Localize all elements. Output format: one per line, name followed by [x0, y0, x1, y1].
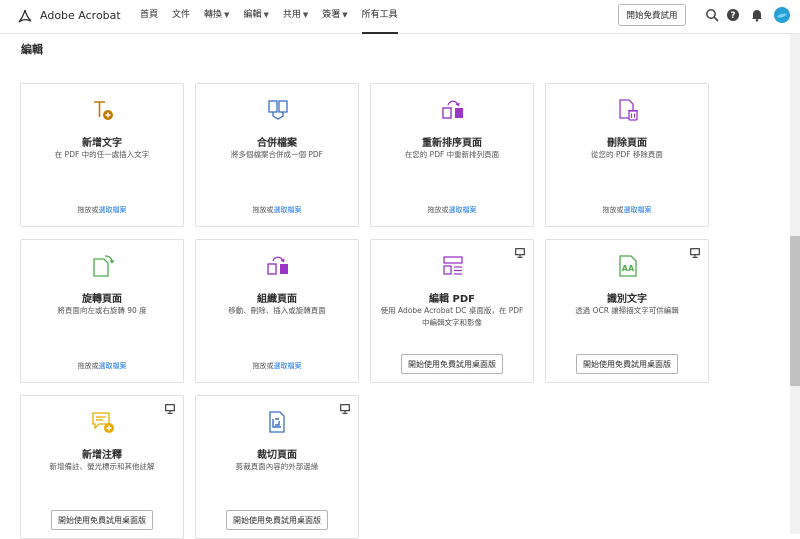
recognize-text-icon: AA [619, 255, 637, 277]
drop-or-select: 拖放或選取檔案 [602, 206, 652, 214]
select-file-link[interactable]: 選取檔案 [624, 206, 652, 214]
tool-card-edit-pdf[interactable]: 編輯 PDF 使用 Adobe Acrobat DC 桌面版，在 PDF 中編輯… [370, 239, 534, 383]
card-description: 移動、刪除、插入或旋轉頁面 [228, 306, 326, 315]
reorder-pages-icon [442, 100, 463, 119]
card-description: 將頁面向左或右旋轉 90 度 [57, 306, 147, 315]
card-title: 新增注釋 [82, 450, 122, 461]
add-comment-icon [92, 412, 114, 433]
card-title: 裁切頁面 [257, 450, 297, 461]
acrobat-logo-icon[interactable] [17, 8, 33, 24]
nav-convert[interactable]: 轉換 ▼ [204, 0, 229, 34]
crop-page-icon [269, 411, 285, 433]
card-description: 在 PDF 中的任一處插入文字 [54, 150, 150, 159]
start-free-trial-button[interactable]: 開始免費試用 [618, 4, 686, 26]
chevron-down-icon: ▼ [224, 11, 230, 19]
select-file-link[interactable]: 選取檔案 [449, 206, 477, 214]
delete-page-icon [619, 99, 638, 121]
nav-all-tools[interactable]: 所有工具 [361, 0, 398, 34]
card-description: 在您的 PDF 中重新排列頁面 [404, 150, 500, 159]
nav-home[interactable]: 首頁 [140, 0, 158, 34]
edit-pdf-icon [443, 256, 463, 275]
chevron-down-icon: ▼ [342, 11, 348, 19]
card-title: 重新排序頁面 [422, 138, 482, 149]
brand-name[interactable]: Adobe Acrobat [40, 9, 121, 22]
organize-pages-icon [267, 256, 288, 275]
desktop-monitor-icon [340, 404, 350, 414]
select-file-link[interactable]: 選取檔案 [274, 206, 302, 214]
scrollbar-thumb[interactable] [790, 236, 800, 386]
desktop-monitor-icon [165, 404, 175, 414]
start-desktop-trial-button[interactable]: 開始使用免費試用桌面版 [51, 510, 153, 530]
top-header: Adobe Acrobat 首頁 文件 轉換 ▼ 編輯 ▼ 共用 ▼ 簽署 ▼ 所有工具… [0, 0, 800, 34]
svg-text:?: ? [730, 11, 735, 21]
tool-card-add-text[interactable]: 新增文字 在 PDF 中的任一處插入文字 拖放或選取檔案 [20, 83, 184, 227]
tool-card-combine-files[interactable]: 合併檔案 將多個檔案合併成一個 PDF 拖放或選取檔案 [195, 83, 359, 227]
section-title: 編輯 [21, 43, 43, 56]
rotate-page-icon [93, 255, 115, 277]
start-desktop-trial-button[interactable]: 開始使用免費試用桌面版 [401, 354, 503, 374]
drop-or-select: 拖放或選取檔案 [252, 206, 302, 214]
drop-or-select: 拖放或選取檔案 [252, 362, 302, 370]
help-icon[interactable]: ? [726, 8, 740, 22]
start-desktop-trial-button[interactable]: 開始使用免費試用桌面版 [576, 354, 678, 374]
user-avatar-icon[interactable] [774, 7, 790, 23]
combine-files-icon [268, 100, 288, 120]
start-desktop-trial-button[interactable]: 開始使用免費試用桌面版 [226, 510, 328, 530]
select-file-link[interactable]: 選取檔案 [274, 362, 302, 370]
card-title: 合併檔案 [257, 138, 297, 149]
card-description: 新增備註、螢光標示和其他註解 [49, 462, 155, 471]
select-file-link[interactable]: 選取檔案 [99, 362, 127, 370]
tool-card-organize-pages[interactable]: 組織頁面 移動、刪除、插入或旋轉頁面 拖放或選取檔案 [195, 239, 359, 383]
drop-or-select: 拖放或選取檔案 [427, 206, 477, 214]
nav-share[interactable]: 共用 ▼ [283, 0, 308, 34]
card-title: 新增文字 [82, 138, 122, 149]
chevron-down-icon: ▼ [263, 11, 269, 19]
card-description: 透過 OCR 讓掃描文字可供編輯 [575, 306, 679, 315]
chevron-down-icon: ▼ [302, 11, 309, 19]
card-title: 刪除頁面 [607, 138, 647, 149]
card-description: 從您的 PDF 移除頁面 [591, 150, 663, 159]
nav-sign[interactable]: 簽署 ▼ [322, 0, 347, 34]
svg-text:AA: AA [622, 264, 635, 273]
drop-or-select: 拖放或選取檔案 [77, 362, 127, 370]
select-file-link[interactable]: 選取檔案 [99, 206, 127, 214]
desktop-monitor-icon [515, 248, 525, 258]
tool-card-rotate-page[interactable]: 旋轉頁面 將頁面向左或右旋轉 90 度 拖放或選取檔案 [20, 239, 184, 383]
tool-card-reorder-pages[interactable]: 重新排序頁面 在您的 PDF 中重新排列頁面 拖放或選取檔案 [370, 83, 534, 227]
tool-card-crop-page[interactable]: 裁切頁面 剪裁頁面內容的外部邊緣 開始使用免費試用桌面版 [195, 395, 359, 539]
card-title: 旋轉頁面 [82, 294, 122, 305]
main-nav: 首頁 文件 轉換 ▼ 編輯 ▼ 共用 ▼ 簽署 ▼ 所有工具 [140, 0, 412, 34]
nav-documents[interactable]: 文件 [172, 0, 190, 34]
drop-or-select: 拖放或選取檔案 [77, 206, 127, 214]
card-description: 將多個檔案合併成一個 PDF [231, 150, 323, 159]
card-title: 編輯 PDF [429, 294, 475, 305]
card-title: 組織頁面 [257, 294, 297, 305]
desktop-monitor-icon [690, 248, 700, 258]
notification-bell-icon[interactable] [750, 8, 764, 22]
search-icon[interactable] [705, 8, 719, 22]
nav-edit[interactable]: 編輯 ▼ [243, 0, 268, 34]
add-text-icon [94, 101, 113, 120]
card-description: 使用 Adobe Acrobat DC 桌面版，在 PDF 中編輯文字和影像 [380, 306, 524, 327]
card-description: 剪裁頁面內容的外部邊緣 [235, 462, 319, 471]
tool-card-delete-page[interactable]: 刪除頁面 從您的 PDF 移除頁面 拖放或選取檔案 [545, 83, 709, 227]
tool-card-recognize-text[interactable]: AA 識別文字 透過 OCR 讓掃描文字可供編輯 開始使用免費試用桌面版 [545, 239, 709, 383]
tool-card-add-comment[interactable]: 新增注釋 新增備註、螢光標示和其他註解 開始使用免費試用桌面版 [20, 395, 184, 539]
card-title: 識別文字 [607, 294, 647, 305]
